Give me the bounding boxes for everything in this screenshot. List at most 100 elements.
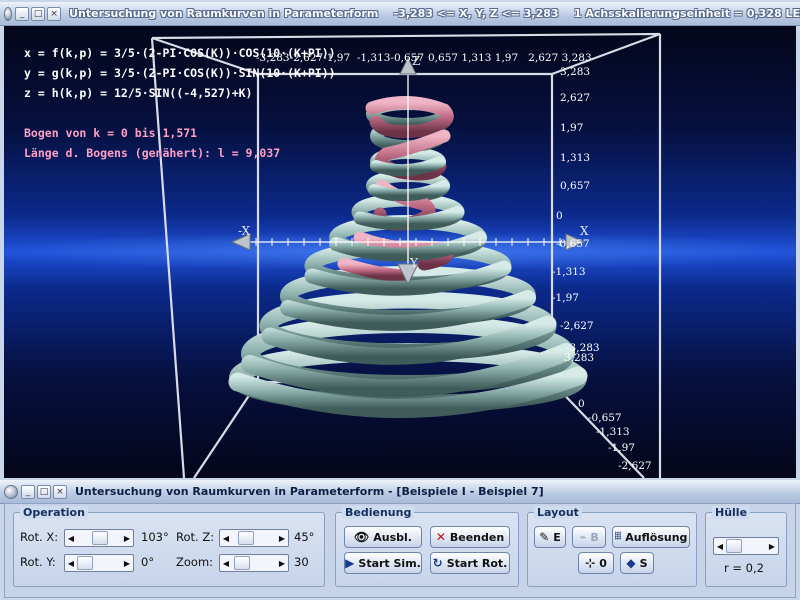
rot-z-scrollbar[interactable]: ◀ ▶ bbox=[219, 529, 289, 547]
top-tick-labels-left: -3,283-2,627-1,97 -1,313-0,657 bbox=[256, 52, 425, 64]
z-tick: -2,627 bbox=[560, 320, 594, 332]
scroll-right-icon[interactable]: ▶ bbox=[276, 534, 288, 543]
zero-label: 0 bbox=[599, 556, 607, 570]
rot-y-value: 0° bbox=[141, 555, 155, 569]
aufloesung-button[interactable]: ⦙⦙⦙ Auflösung bbox=[612, 526, 690, 548]
start-rot-label: Start Rot. bbox=[446, 556, 508, 570]
arc-length-text: Länge d. Bogens (genähert): l = 9,037 bbox=[24, 146, 281, 160]
z-tick: 0 bbox=[556, 210, 563, 222]
y-tick: -2,627 bbox=[618, 460, 652, 472]
arc-range-text: Bogen von k = 0 bis 1,571 bbox=[24, 126, 198, 140]
scroll-left-icon[interactable]: ◀ bbox=[65, 534, 77, 543]
app-icon bbox=[4, 484, 18, 499]
layout-title: Layout bbox=[534, 506, 582, 519]
formula-y: y = g(k,p) = 3/5·(2-PI·COS(K))·SIN(10·(K… bbox=[24, 66, 336, 80]
maximize-button[interactable]: □ bbox=[31, 6, 46, 21]
zoom-scrollbar[interactable]: ◀ ▶ bbox=[219, 554, 289, 572]
zoom-value: 30 bbox=[294, 555, 309, 569]
z-tick: 2,627 bbox=[560, 92, 591, 104]
z-tick: -1,97 bbox=[552, 292, 579, 304]
scroll-thumb[interactable] bbox=[92, 531, 108, 545]
rot-y-label: Rot. Y: bbox=[20, 555, 56, 569]
brush-icon: ⌁ bbox=[579, 530, 587, 544]
formula-z: z = h(k,p) = 12/5·SIN((-4,527)+K) bbox=[24, 86, 253, 100]
play-icon: ▶ bbox=[345, 556, 355, 570]
axes bbox=[240, 66, 576, 278]
scroll-right-icon[interactable]: ▶ bbox=[276, 559, 288, 568]
operation-group: Operation Rot. X: ◀ ▶ 103° Rot. Y: ◀ ▶ 0… bbox=[13, 506, 325, 587]
grid-icon: ⦙⦙⦙ bbox=[614, 531, 622, 542]
rotate-icon: ↻ bbox=[432, 556, 443, 570]
x-axis-label: X bbox=[580, 224, 589, 238]
x-axis-neg-label: -X bbox=[238, 224, 251, 238]
scroll-thumb[interactable] bbox=[234, 556, 250, 570]
layout-group: Layout ✎ E ⌁ B ⦙⦙⦙ Auflösung ⊹ 0 ◆ S bbox=[527, 506, 697, 587]
ausbl-button[interactable]: 👁 Ausbl. bbox=[344, 526, 422, 548]
scroll-right-icon[interactable]: ▶ bbox=[121, 559, 133, 568]
minimize-button[interactable]: _ bbox=[15, 6, 30, 21]
scroll-right-icon[interactable]: ▶ bbox=[121, 534, 133, 543]
zero-button[interactable]: ⊹ 0 bbox=[578, 552, 614, 574]
scroll-left-icon[interactable]: ◀ bbox=[714, 542, 726, 551]
b-label: B bbox=[590, 530, 599, 544]
z-tick: -0,657 bbox=[556, 238, 590, 250]
close-x-icon: ✕ bbox=[435, 530, 446, 544]
y-tick: 3,283 bbox=[564, 352, 595, 364]
rot-x-label: Rot. X: bbox=[20, 530, 59, 544]
crosshair-icon: ⊹ bbox=[585, 556, 596, 570]
palette-icon: ◆ bbox=[626, 556, 636, 570]
beenden-button[interactable]: ✕ Beenden bbox=[430, 526, 510, 548]
app-icon bbox=[4, 6, 13, 21]
y-tick: 0 bbox=[578, 398, 585, 410]
beenden-label: Beenden bbox=[449, 530, 505, 544]
rot-x-value: 103° bbox=[141, 530, 169, 544]
start-rot-button[interactable]: ↻ Start Rot. bbox=[430, 552, 510, 574]
s-button[interactable]: ◆ S bbox=[620, 552, 654, 574]
z-tick: 1,313 bbox=[560, 152, 591, 164]
maximize-button[interactable]: □ bbox=[37, 484, 51, 499]
scroll-left-icon[interactable]: ◀ bbox=[65, 559, 77, 568]
control-window-title: Untersuchung von Raumkurven in Parameter… bbox=[75, 485, 544, 498]
scroll-left-icon[interactable]: ◀ bbox=[220, 534, 232, 543]
start-sim-button[interactable]: ▶ Start Sim. bbox=[344, 552, 422, 574]
scroll-thumb[interactable] bbox=[77, 556, 93, 570]
scroll-thumb[interactable] bbox=[238, 531, 254, 545]
z-tick: 3,283 bbox=[560, 66, 591, 78]
rot-z-label: Rot. Z: bbox=[176, 530, 215, 544]
bedienung-title: Bedienung bbox=[342, 506, 415, 519]
z-tick: 1,97 bbox=[560, 122, 584, 134]
scroll-left-icon[interactable]: ◀ bbox=[220, 559, 232, 568]
bedienung-group: Bedienung 👁 Ausbl. ✕ Beenden ▶ Start Sim… bbox=[335, 506, 519, 587]
huelle-title: Hülle bbox=[712, 506, 751, 519]
huelle-group: Hülle ◀ ▶ r = 0,2 bbox=[705, 506, 787, 587]
operation-title: Operation bbox=[20, 506, 88, 519]
rot-x-scrollbar[interactable]: ◀ ▶ bbox=[64, 529, 134, 547]
e-label: E bbox=[553, 530, 561, 544]
start-sim-label: Start Sim. bbox=[358, 556, 421, 570]
scroll-thumb[interactable] bbox=[726, 539, 742, 553]
main-title-bar[interactable]: _ □ × Untersuchung von Raumkurven in Par… bbox=[0, 2, 800, 26]
radius-value: r = 0,2 bbox=[724, 561, 764, 575]
top-tick-labels-right: 0,657 1,313 1,97 2,627 3,283 bbox=[428, 52, 592, 64]
close-button[interactable]: × bbox=[47, 6, 62, 21]
y-tick: -0,657 bbox=[588, 412, 622, 424]
rot-z-value: 45° bbox=[294, 530, 315, 544]
ausbl-label: Ausbl. bbox=[373, 530, 412, 544]
s-label: S bbox=[639, 556, 648, 570]
minimize-button[interactable]: _ bbox=[21, 484, 35, 499]
pen-icon: ✎ bbox=[539, 530, 550, 544]
control-title-bar[interactable]: _ □ × Untersuchung von Raumkurven in Par… bbox=[0, 480, 800, 504]
scroll-right-icon[interactable]: ▶ bbox=[766, 542, 778, 551]
close-button[interactable]: × bbox=[53, 484, 67, 499]
rot-y-scrollbar[interactable]: ◀ ▶ bbox=[64, 554, 134, 572]
radius-scrollbar[interactable]: ◀ ▶ bbox=[713, 537, 779, 555]
y-tick: -1,313 bbox=[596, 426, 630, 438]
z-tick: 0,657 bbox=[560, 180, 591, 192]
z-tick: -1,313 bbox=[552, 266, 586, 278]
b-button[interactable]: ⌁ B bbox=[572, 526, 606, 548]
e-button[interactable]: ✎ E bbox=[534, 526, 566, 548]
y-tick: -1,97 bbox=[608, 442, 635, 454]
zoom-label: Zoom: bbox=[176, 555, 214, 569]
plot-canvas[interactable]: x = f(k,p) = 3/5·(2-PI·COS(K))·COS(10·(K… bbox=[4, 26, 796, 478]
control-panel: Operation Rot. X: ◀ ▶ 103° Rot. Y: ◀ ▶ 0… bbox=[4, 503, 796, 598]
